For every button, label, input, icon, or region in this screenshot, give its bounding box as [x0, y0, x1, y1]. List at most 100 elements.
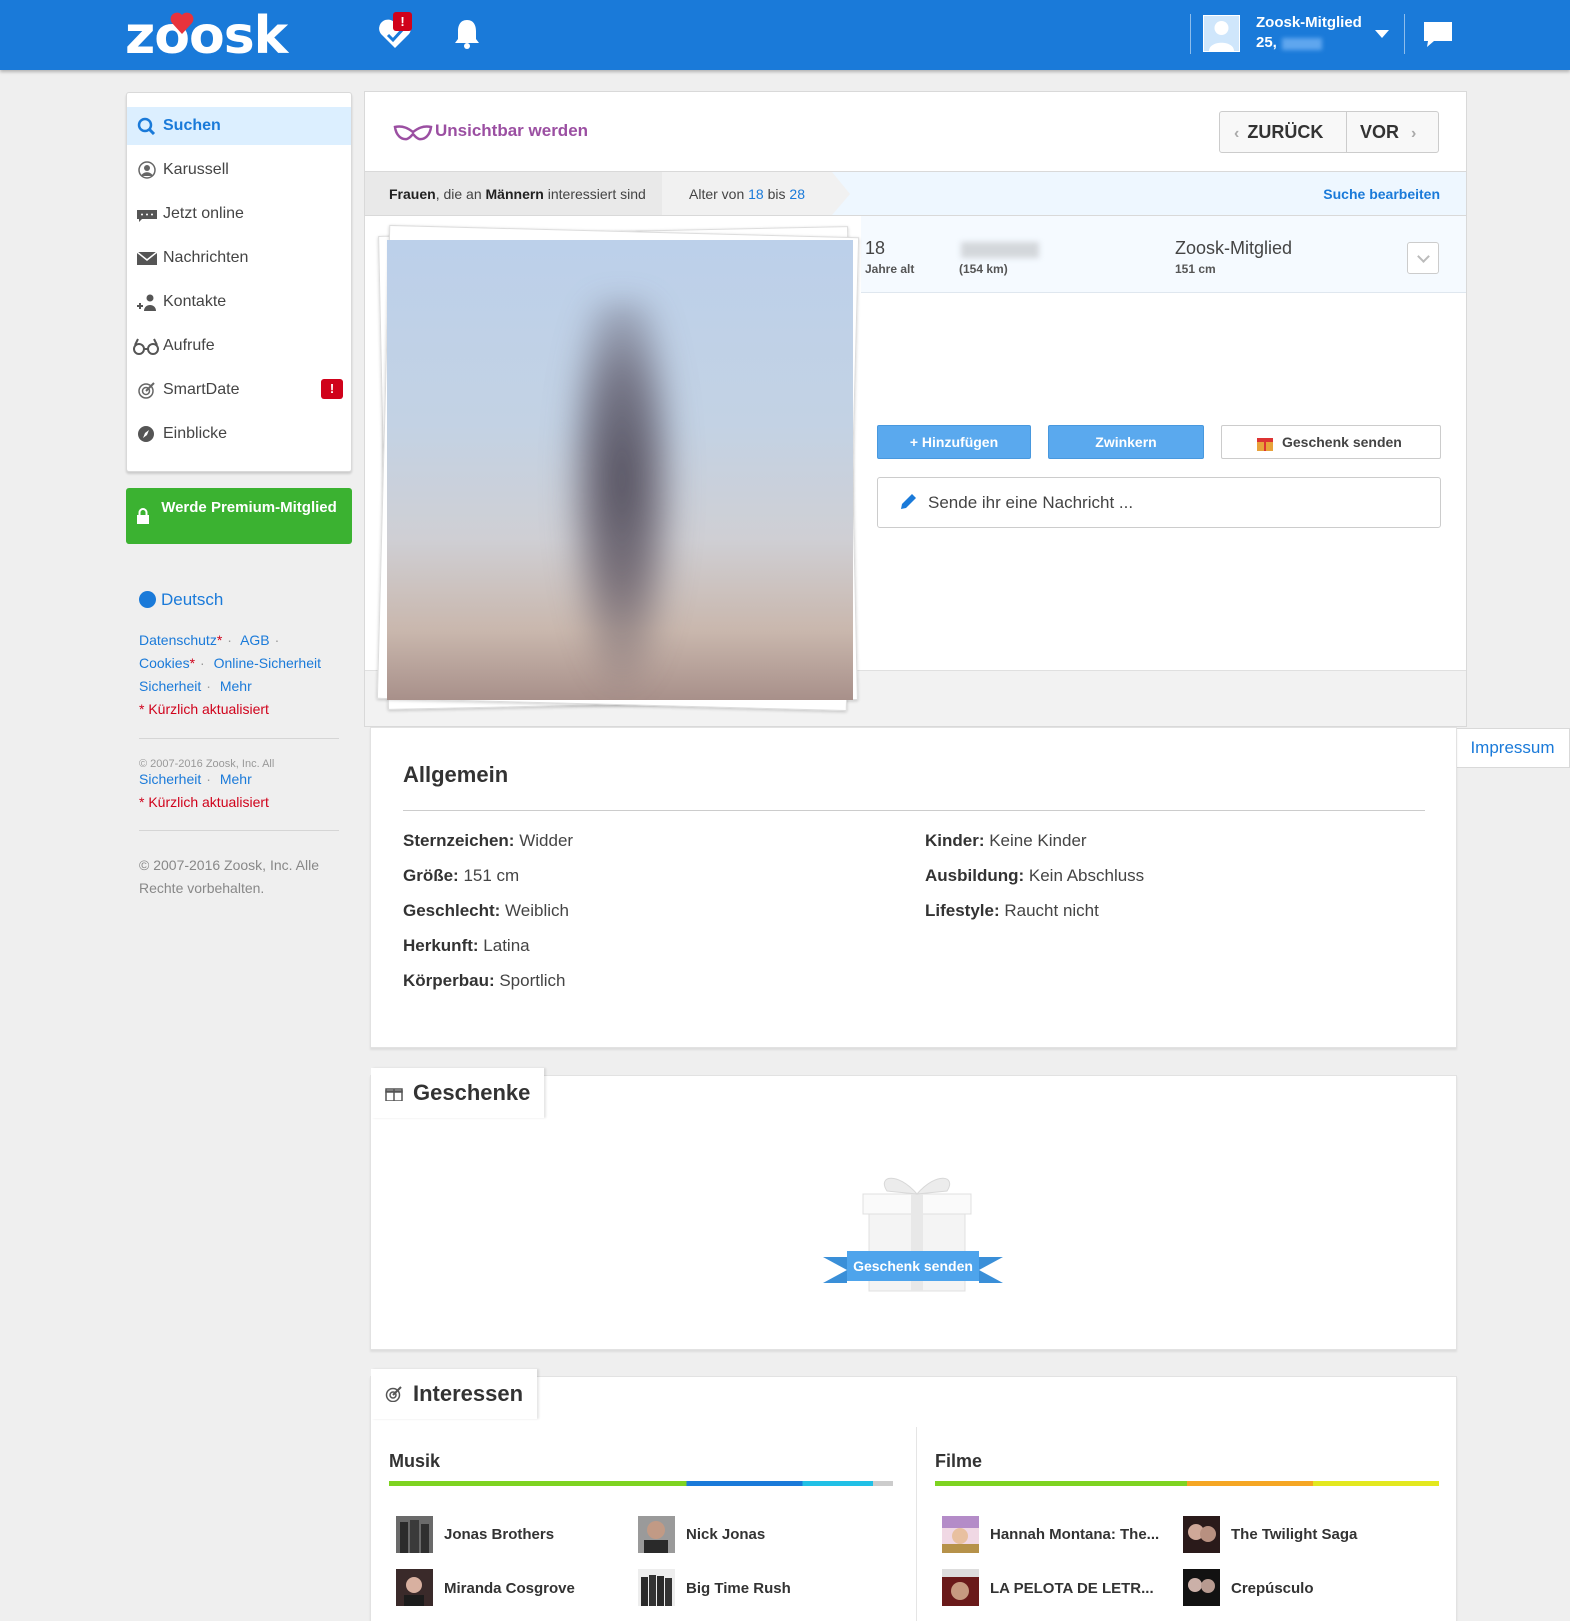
- music-title: Musik: [389, 1451, 441, 1471]
- back-button[interactable]: ‹ ZURÜCK: [1234, 112, 1323, 152]
- safety-link[interactable]: Sicherheit: [139, 771, 201, 787]
- nick-jonas-thumb[interactable]: [638, 1516, 675, 1553]
- interests-section: Interessen Musik Filme Jonas Brothers Ni…: [370, 1369, 1457, 1621]
- la-pelota-thumb[interactable]: [942, 1569, 979, 1606]
- miranda-cosgrove-thumb[interactable]: [396, 1569, 433, 1606]
- footer-links: Datenschutz* · AGB · Cookies* · Online-Sich…: [139, 629, 339, 721]
- sidebar-item-smartdate[interactable]: SmartDate !: [127, 371, 351, 409]
- crepusculo-thumb[interactable]: [1183, 1569, 1220, 1606]
- user-location-blurred: [1282, 38, 1322, 50]
- sidebar-nav: Suchen Karussell Jetzt online Nachrichte…: [126, 92, 352, 472]
- more-link[interactable]: Mehr: [220, 678, 252, 694]
- terms-link[interactable]: AGB: [240, 632, 270, 648]
- interest-item[interactable]: Nick Jonas: [686, 1526, 765, 1543]
- age-value: 18: [865, 238, 886, 258]
- gifts-section: Geschenke Geschenk senden: [370, 1068, 1457, 1350]
- profile-photo[interactable]: [387, 240, 853, 700]
- online-safety-link[interactable]: Online-Sicherheit: [214, 655, 321, 671]
- compass-icon: [138, 426, 154, 442]
- more-options-button[interactable]: [1407, 242, 1439, 274]
- sidebar-item-label: Kontakte: [163, 293, 227, 310]
- interest-item[interactable]: Miranda Cosgrove: [444, 1580, 575, 1597]
- user-name[interactable]: Zoosk-Mitglied: [1256, 14, 1362, 31]
- logo-heart-icon: [170, 12, 194, 35]
- send-gift-button[interactable]: Geschenk senden: [1221, 425, 1441, 459]
- section-divider: [403, 810, 1425, 811]
- premium-upgrade-button[interactable]: Werde Premium-Mitglied: [126, 488, 352, 544]
- sidebar-item-kontakte[interactable]: Kontakte: [127, 283, 351, 321]
- sidebar-item-label: Suchen: [163, 117, 221, 134]
- ribbon-tail: [979, 1257, 1003, 1283]
- message-input[interactable]: Sende ihr eine Nachricht ...: [877, 477, 1441, 528]
- target-icon: [385, 1386, 402, 1402]
- footer-divider: [139, 830, 339, 831]
- language-label: Deutsch: [161, 590, 224, 609]
- language-selector[interactable]: Deutsch: [139, 590, 223, 610]
- general-section: Allgemein Sternzeichen: Widder Größe: 15…: [370, 727, 1457, 1048]
- hannah-montana-thumb[interactable]: [942, 1516, 979, 1553]
- footer-divider: [139, 738, 339, 739]
- sidebar-item-aufrufe[interactable]: Aufrufe: [127, 327, 351, 365]
- sidebar-item-nachrichten[interactable]: Nachrichten: [127, 239, 351, 277]
- sidebar-item-suchen[interactable]: Suchen: [127, 107, 351, 145]
- privacy-link[interactable]: Datenschutz: [139, 632, 217, 648]
- crumb-arrow: [832, 172, 850, 215]
- smartdate-alert-badge: !: [321, 379, 343, 399]
- contacts-icon: [137, 294, 156, 311]
- zoosk-logo[interactable]: zoosk: [125, 6, 288, 66]
- body-type-field: Körperbau: Sportlich: [403, 971, 566, 990]
- column-divider: [916, 1427, 917, 1621]
- height-value: 151 cm: [1175, 262, 1216, 276]
- chat-bubble-icon[interactable]: [1418, 14, 1458, 54]
- edit-search-link[interactable]: Suche bearbeiten: [1323, 186, 1440, 202]
- age-filter-crumb[interactable]: Alter von 18 bis 28: [662, 172, 832, 215]
- profile-stats: 18 Jahre alt (154 km) Zoosk-Mitglied 151…: [861, 216, 1466, 293]
- bell-icon[interactable]: [447, 14, 487, 54]
- more-link[interactable]: Mehr: [220, 771, 252, 787]
- add-button[interactable]: + Hinzufügen: [877, 425, 1031, 459]
- jonas-brothers-thumb[interactable]: [396, 1516, 433, 1553]
- top-bar: zoosk ! Zoosk-Mitglied 25,: [0, 0, 1570, 70]
- interest-item[interactable]: The Twilight Saga: [1231, 1526, 1357, 1543]
- sidebar-item-label: Karussell: [163, 161, 229, 178]
- interest-item[interactable]: Crepúsculo: [1231, 1580, 1314, 1597]
- interest-item[interactable]: Jonas Brothers: [444, 1526, 554, 1543]
- interest-item[interactable]: LA PELOTA DE LETR...: [990, 1580, 1154, 1597]
- sidebar-item-jetzt-online[interactable]: Jetzt online: [127, 195, 351, 233]
- impressum-link[interactable]: Impressum: [1455, 728, 1570, 768]
- target-icon: [138, 382, 155, 399]
- sidebar-item-label: Nachrichten: [163, 249, 249, 266]
- gift-outline-icon: [385, 1088, 403, 1101]
- sidebar-item-einblicke[interactable]: Einblicke: [127, 415, 351, 453]
- wink-button[interactable]: Zwinkern: [1048, 425, 1204, 459]
- globe-icon: [139, 591, 156, 608]
- gift-icon: [1257, 438, 1273, 451]
- twilight-saga-thumb[interactable]: [1183, 1516, 1220, 1553]
- user-avatar[interactable]: [1203, 15, 1240, 52]
- profile-card: Unsichtbar werden ‹ ZURÜCK VOR › Frauen, d…: [364, 91, 1467, 727]
- cookies-link[interactable]: Cookies: [139, 655, 190, 671]
- distance-value: (154 km): [959, 262, 1008, 276]
- user-menu-caret-icon[interactable]: [1375, 30, 1389, 38]
- sidebar-item-karussell[interactable]: Karussell: [127, 151, 351, 189]
- send-gift-ribbon-button[interactable]: Geschenk senden: [823, 1249, 1003, 1283]
- children-field: Kinder: Keine Kinder: [925, 831, 1087, 850]
- send-gift-label: Geschenk senden: [847, 1251, 979, 1281]
- go-invisible-button[interactable]: Unsichtbar werden: [393, 121, 588, 141]
- notification-badge: !: [393, 12, 412, 31]
- height-field: Größe: 151 cm: [403, 866, 520, 885]
- user-age-location: 25,: [1256, 34, 1277, 51]
- movies-category-bar: [935, 1481, 1439, 1486]
- interest-item[interactable]: Big Time Rush: [686, 1580, 791, 1597]
- next-button[interactable]: VOR ›: [1360, 112, 1416, 152]
- sidebar-item-label: SmartDate: [163, 381, 240, 398]
- chevron-left-icon: ‹: [1234, 125, 1240, 142]
- glasses-icon: [133, 338, 159, 355]
- big-time-rush-thumb[interactable]: [638, 1569, 675, 1606]
- avatar-silhouette-icon: [1209, 21, 1234, 51]
- topbar-divider: [1404, 14, 1405, 54]
- interest-item[interactable]: Hannah Montana: The...: [990, 1526, 1159, 1543]
- gender-filter-crumb[interactable]: Frauen, die an Männern interessiert sind: [365, 172, 662, 215]
- safety-link[interactable]: Sicherheit: [139, 678, 201, 694]
- invisible-label: Unsichtbar werden: [435, 121, 589, 140]
